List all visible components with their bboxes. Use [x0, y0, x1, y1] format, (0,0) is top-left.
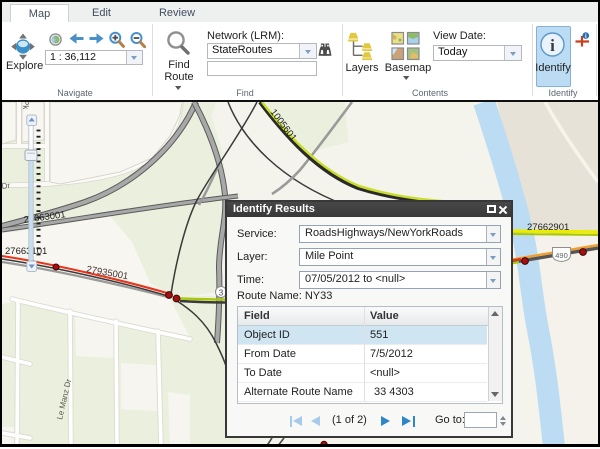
- svg-text:27663101: 27663101: [5, 246, 47, 257]
- svg-text:3: 3: [219, 289, 224, 298]
- svg-text:27662901: 27662901: [527, 222, 569, 233]
- svg-text:i: i: [550, 36, 555, 55]
- svg-text:Pk: Pk: [21, 102, 30, 110]
- svg-text:490: 490: [555, 251, 568, 260]
